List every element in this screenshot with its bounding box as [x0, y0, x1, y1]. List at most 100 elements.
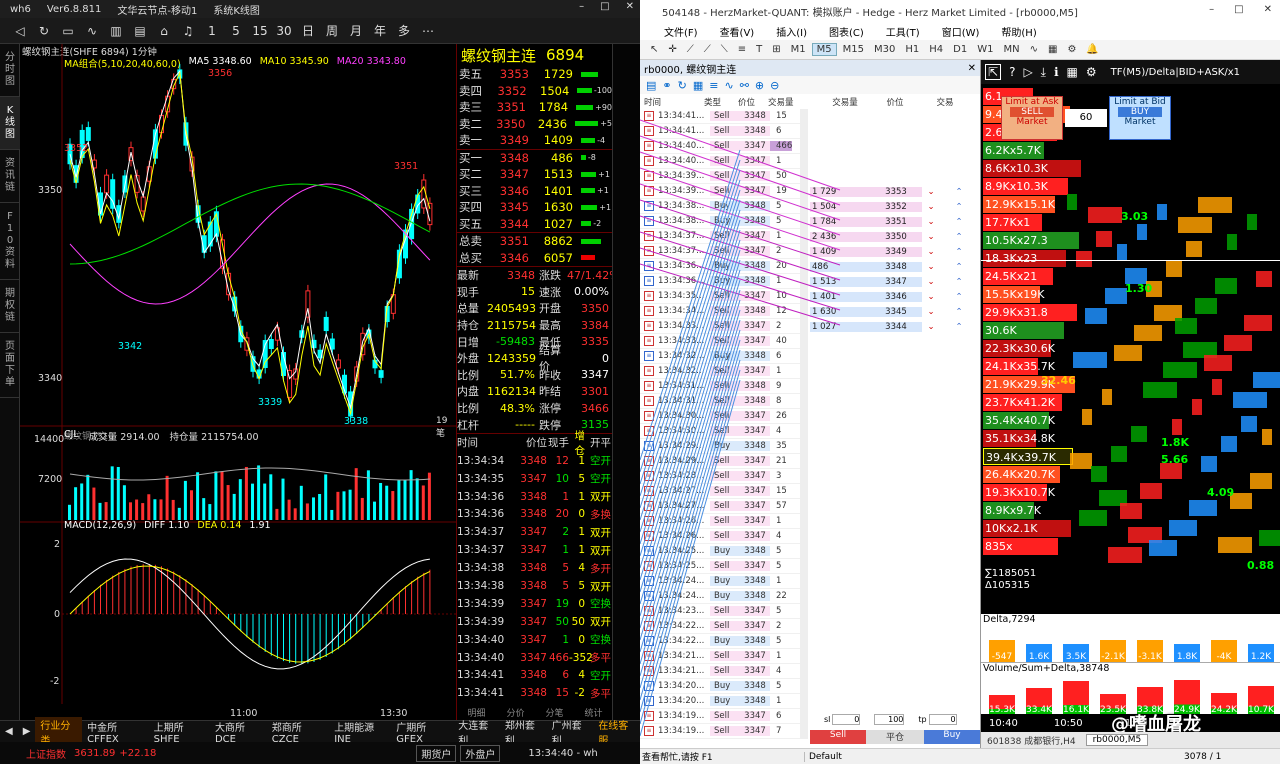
exchange-tab-3[interactable]: 中金所CFFEX	[82, 719, 149, 745]
ladder-arrow-down-icon[interactable]: ⌄	[922, 292, 940, 302]
chart-icon[interactable]: ▤	[646, 79, 656, 92]
tf-button-m5[interactable]: M5	[811, 43, 837, 56]
minimize-icon[interactable]: –	[1209, 4, 1214, 15]
toolbar-button-1[interactable]: ↻	[32, 24, 56, 38]
exchange-tab-5[interactable]: 大商所DCE	[210, 719, 267, 745]
select-icon[interactable]: ⇱	[985, 64, 1002, 80]
ladder-arrow-down-icon[interactable]: ⌄	[922, 202, 940, 212]
exchange-tab-8[interactable]: 广期所GFEX	[391, 719, 453, 745]
exchange-tab-0[interactable]: ◀	[0, 726, 18, 737]
tf-button-m1[interactable]: M1	[787, 44, 810, 55]
draw-tool-7[interactable]: ⊞	[768, 44, 784, 55]
toolbar-button-3[interactable]: ∿	[80, 24, 104, 38]
tf-button-d1[interactable]: D1	[949, 44, 971, 55]
ladder-arrow-down-icon[interactable]: ⌄	[922, 262, 940, 272]
ladder-arrow-down-icon[interactable]: ⌄	[922, 247, 940, 257]
ladder-arrow-up-icon[interactable]: ⌃	[950, 322, 968, 332]
draw-tool-4[interactable]: ⟍	[717, 44, 732, 55]
tf-button-mn[interactable]: MN	[999, 44, 1023, 55]
ladder-arrow-up-icon[interactable]: ⌃	[950, 202, 968, 212]
download-icon[interactable]: ⤓	[1041, 65, 1046, 80]
tf-button-m30[interactable]: M30	[870, 44, 899, 55]
footprint-chart[interactable]: ⇱? ▷ ⤓ ℹ ▦ ⚙ TF(M5)/Delta|BID+ASK/x1 6.1 9.4 2.…	[981, 60, 1280, 748]
draw-tool-5[interactable]: ≡	[734, 44, 750, 55]
toolbar-button-15[interactable]: 年	[368, 22, 392, 39]
draw-tool-6[interactable]: T	[752, 44, 766, 55]
draw-tool-3[interactable]: ⟋	[700, 44, 715, 55]
filter-icon[interactable]: ≡	[709, 79, 718, 92]
toolbar-button-5[interactable]: ▤	[128, 24, 152, 38]
ladder-arrow-down-icon[interactable]: ⌄	[922, 217, 940, 227]
side-tab-0[interactable]: 分时图	[0, 44, 20, 97]
menu-item-1[interactable]: 查看(V)	[720, 24, 755, 39]
ladder-arrow-up-icon[interactable]: ⌃	[950, 292, 968, 302]
ladder-arrow-down-icon[interactable]: ⌄	[922, 277, 940, 287]
futures-account-button[interactable]: 期货户	[416, 744, 457, 762]
sell-button[interactable]: Sell	[810, 730, 866, 744]
kline-chart-area[interactable]: 螺纹钢主连(SHFE 6894) 1分钟 MA组合(5,10,20,40,60,…	[20, 44, 456, 720]
tool-icon-3[interactable]: 🔔	[1082, 44, 1102, 55]
grid-icon[interactable]: ▦	[1067, 65, 1078, 79]
side-tab-1[interactable]: K线图	[0, 97, 20, 150]
ladder-arrow-up-icon[interactable]: ⌃	[950, 232, 968, 242]
limit-bid-buy-market-button[interactable]: Limit at Bid BUY Market	[1109, 96, 1171, 140]
toolbar-button-8[interactable]: 1	[200, 24, 224, 38]
exchange-tab-6[interactable]: 郑商所CZCE	[267, 719, 329, 745]
tf-button-h4[interactable]: H4	[925, 44, 947, 55]
draw-tool-2[interactable]: ⟋	[683, 44, 698, 55]
tf-button-w1[interactable]: W1	[973, 44, 997, 55]
info-icon[interactable]: ℹ	[1054, 65, 1059, 79]
toolbar-button-12[interactable]: 日	[296, 22, 320, 39]
order-qty-input[interactable]: 60	[1065, 109, 1107, 127]
tool-icon-2[interactable]: ⚙	[1063, 44, 1080, 55]
trades-scrollbar[interactable]	[800, 109, 808, 739]
limit-ask-sell-market-button[interactable]: Limit at Ask SELL Market	[1001, 96, 1063, 140]
toolbar-button-11[interactable]: 30	[272, 24, 296, 38]
menu-item-3[interactable]: 图表(C)	[829, 24, 864, 39]
side-tab-3[interactable]: F10资料	[0, 203, 20, 280]
ladder-arrow-down-icon[interactable]: ⌄	[922, 307, 940, 317]
ladder-arrow-up-icon[interactable]: ⌃	[950, 187, 968, 197]
help-icon[interactable]: ?	[1009, 65, 1015, 79]
settings-icon[interactable]: ⚙	[1086, 65, 1097, 79]
tp-input[interactable]: 0	[928, 713, 957, 725]
toolbar-button-0[interactable]: ◁	[8, 24, 32, 38]
flatten-button[interactable]: 平仓	[866, 730, 924, 744]
toolbar-button-14[interactable]: 月	[344, 22, 368, 39]
tf-button-m15[interactable]: M15	[839, 44, 868, 55]
maximize-icon[interactable]: □	[600, 1, 609, 12]
toolbar-button-7[interactable]: ♫	[176, 24, 200, 38]
maximize-icon[interactable]: □	[1234, 4, 1243, 15]
toolbar-button-13[interactable]: 周	[320, 22, 344, 39]
ladder-arrow-up-icon[interactable]: ⌃	[950, 247, 968, 257]
qty-input[interactable]: 100	[874, 713, 905, 725]
side-tab-5[interactable]: 页面下单	[0, 333, 20, 398]
tool-icon-0[interactable]: ∿	[1026, 44, 1042, 55]
side-tab-4[interactable]: 期权链	[0, 280, 20, 333]
close-panel-icon[interactable]: ✕	[968, 63, 976, 74]
menu-item-0[interactable]: 文件(F)	[664, 24, 698, 39]
grid-icon[interactable]: ▦	[693, 79, 703, 92]
menu-item-2[interactable]: 插入(I)	[776, 24, 807, 39]
link2-icon[interactable]: ⚯	[740, 79, 749, 92]
ladder-arrow-down-icon[interactable]: ⌄	[922, 187, 940, 197]
chart-tab-bank[interactable]: 601838 成都银行,H4	[981, 734, 1082, 747]
minimize-icon[interactable]: –	[579, 1, 584, 12]
menu-item-4[interactable]: 工具(T)	[886, 24, 920, 39]
toolbar-button-16[interactable]: 多	[392, 22, 416, 39]
sl-input[interactable]: 0	[832, 713, 861, 725]
ladder-arrow-up-icon[interactable]: ⌃	[950, 307, 968, 317]
toolbar-button-17[interactable]: ⋯	[416, 24, 440, 38]
exchange-tab-7[interactable]: 上期能源INE	[329, 719, 391, 745]
curve-icon[interactable]: ∿	[724, 79, 733, 92]
close-icon[interactable]: ✕	[1264, 4, 1272, 15]
menu-item-5[interactable]: 窗口(W)	[942, 24, 980, 39]
ladder-arrow-up-icon[interactable]: ⌃	[950, 277, 968, 287]
ladder-arrow-up-icon[interactable]: ⌃	[950, 262, 968, 272]
tf-button-h1[interactable]: H1	[901, 44, 923, 55]
menu-item-6[interactable]: 帮助(H)	[1001, 24, 1036, 39]
chart-tab-rb[interactable]: rb0000,M5	[1085, 734, 1149, 746]
zoom-out-icon[interactable]: ⊖	[770, 79, 779, 92]
toolbar-button-4[interactable]: ▥	[104, 24, 128, 38]
toolbar-button-9[interactable]: 5	[224, 24, 248, 38]
